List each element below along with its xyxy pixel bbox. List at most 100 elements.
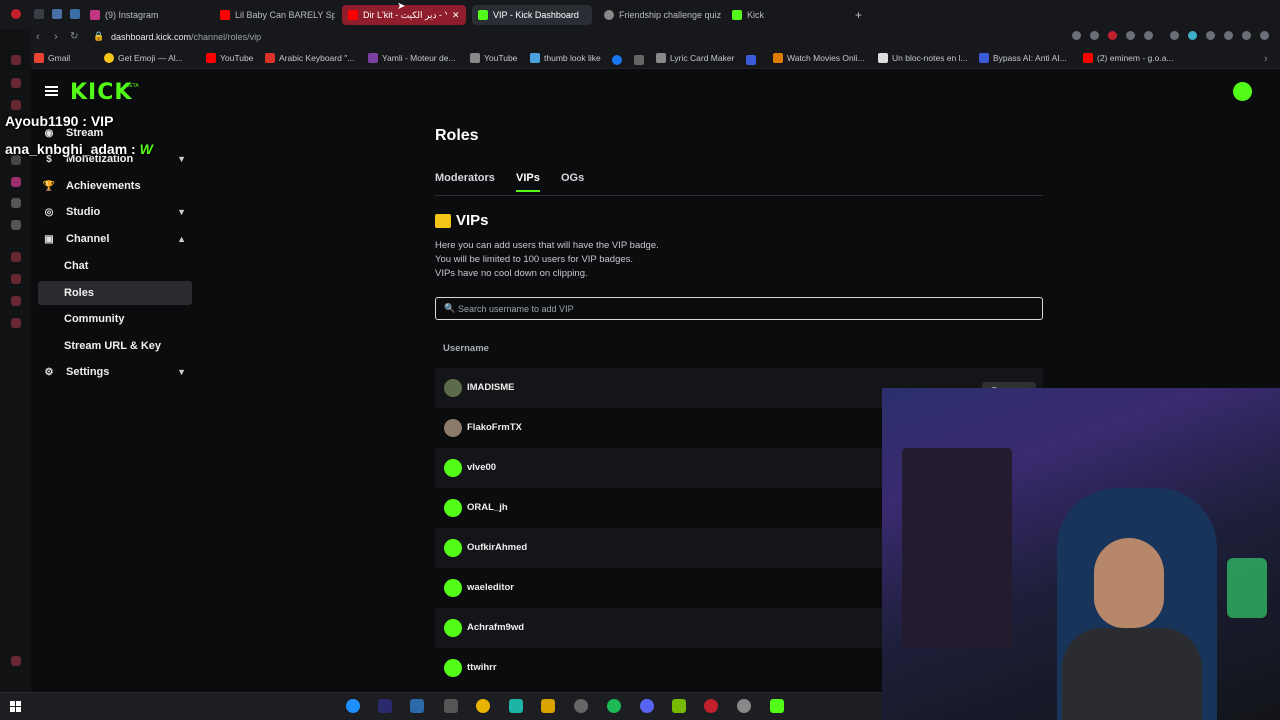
- premiere-icon[interactable]: [378, 699, 392, 713]
- menu-icon[interactable]: [1260, 31, 1269, 40]
- nvidia-icon[interactable]: [672, 699, 686, 713]
- back-icon[interactable]: ‹: [36, 31, 40, 43]
- sidebar-app-icon[interactable]: [11, 100, 21, 110]
- extension-icon[interactable]: [1108, 31, 1117, 40]
- sidebar-item-settings[interactable]: ⚙ Settings ▼: [38, 360, 192, 384]
- history-icon[interactable]: [11, 274, 21, 284]
- opera-logo-icon[interactable]: [11, 9, 21, 19]
- tab-kick[interactable]: Kick: [732, 5, 792, 25]
- bookmark-youtube[interactable]: YouTube: [206, 53, 253, 63]
- sidebar-item-studio[interactable]: ◎ Studio ▼: [38, 200, 192, 224]
- bookmark-thumb[interactable]: thumb look like: [530, 53, 601, 63]
- description-line: VIPs have no cool down on clipping.: [435, 268, 588, 279]
- download-icon[interactable]: [1242, 31, 1251, 40]
- username[interactable]: OufkirAhmed: [467, 542, 527, 553]
- kick-logo[interactable]: KICK: [70, 80, 132, 105]
- bookmark-lyric-card[interactable]: Lyric Card Maker: [656, 53, 734, 63]
- extension-icon[interactable]: [1206, 31, 1215, 40]
- page-title: Roles: [435, 127, 479, 144]
- bookmark-bloc-notes[interactable]: Un bloc-notes en l...: [878, 53, 968, 63]
- downloads-icon[interactable]: [11, 296, 21, 306]
- username[interactable]: vIve00: [467, 462, 496, 473]
- url-field[interactable]: dashboard.kick.com/channel/roles/vip: [111, 32, 261, 42]
- kick-icon: [732, 10, 742, 20]
- app-icon[interactable]: [509, 699, 523, 713]
- user-avatar[interactable]: [1233, 82, 1252, 101]
- tab-ogs[interactable]: OGs: [561, 172, 584, 190]
- bookmark-get-emoji[interactable]: Get Emoji — Al...: [104, 53, 183, 63]
- bookmark-youtube-2[interactable]: YouTube: [470, 53, 517, 63]
- workspace-icon[interactable]: [52, 9, 62, 19]
- username[interactable]: IMADISME: [467, 382, 515, 393]
- new-tab-button[interactable]: +: [855, 5, 862, 25]
- aria-icon[interactable]: [11, 55, 21, 65]
- page-icon[interactable]: [634, 55, 644, 65]
- tab-vips[interactable]: VIPs: [516, 172, 540, 192]
- spotify-icon[interactable]: [607, 699, 621, 713]
- close-tab-icon[interactable]: ✕: [452, 10, 460, 21]
- steam-icon[interactable]: [410, 699, 424, 713]
- column-header-username: Username: [443, 343, 489, 354]
- chrome-icon[interactable]: [476, 699, 490, 713]
- bookmark-yamli[interactable]: Yamli - Moteur de...: [368, 53, 456, 63]
- tab-youtube-lil-baby[interactable]: Lil Baby Can BARELY Spe: [220, 5, 335, 25]
- search-icon: 🔍: [444, 303, 456, 313]
- extension-icon[interactable]: [1072, 31, 1081, 40]
- menu-icon[interactable]: [45, 86, 58, 96]
- bookmark-gmail[interactable]: Gmail: [34, 53, 70, 63]
- extension-icon[interactable]: [1126, 31, 1135, 40]
- trophy-icon: 🏆: [42, 180, 56, 192]
- settings-icon[interactable]: [11, 318, 21, 328]
- app-icon[interactable]: [444, 699, 458, 713]
- forward-icon[interactable]: ›: [54, 31, 58, 43]
- kick-icon[interactable]: [770, 699, 784, 713]
- tab-tools-icon[interactable]: [34, 9, 44, 19]
- profile-icon[interactable]: [1224, 31, 1233, 40]
- extension-icon[interactable]: [1090, 31, 1099, 40]
- facebook-icon[interactable]: [612, 55, 622, 65]
- tab-friendship-quiz[interactable]: Friendship challenge quiz: [604, 5, 724, 25]
- username[interactable]: Achrafm9wd: [467, 622, 524, 633]
- bookmark-eminem[interactable]: (2) eminem - g.o.a...: [1083, 53, 1174, 63]
- username[interactable]: ttwihrr: [467, 662, 497, 673]
- username[interactable]: waeleditor: [467, 582, 514, 593]
- webcam-person-head: [1094, 538, 1164, 628]
- extension-icon[interactable]: [1144, 31, 1153, 40]
- sidebar-item-channel[interactable]: ▣ Channel ▲: [38, 227, 192, 251]
- bookmark-arabic-keyboard[interactable]: Arabic Keyboard "...: [265, 53, 354, 63]
- vip-search-input[interactable]: [456, 301, 1036, 316]
- app-icon[interactable]: [737, 699, 751, 713]
- sidebar-item-community[interactable]: Community: [38, 307, 192, 331]
- docs-icon[interactable]: [746, 55, 756, 65]
- opera-gx-icon[interactable]: [704, 699, 718, 713]
- workspace-icon[interactable]: [70, 9, 80, 19]
- sidebar-more-icon[interactable]: [11, 656, 21, 666]
- discord-icon[interactable]: [640, 699, 654, 713]
- tiktok-icon[interactable]: [11, 198, 21, 208]
- sidebar-item-chat[interactable]: Chat: [38, 254, 192, 278]
- bookmark-watch-movies[interactable]: Watch Movies Onli...: [773, 53, 865, 63]
- tab-label: Friendship challenge quiz: [619, 10, 722, 20]
- username[interactable]: ORAL_jh: [467, 502, 508, 513]
- tab-moderators[interactable]: Moderators: [435, 172, 495, 190]
- instagram-icon[interactable]: [11, 177, 21, 187]
- sidebar-item-stream-url-key[interactable]: Stream URL & Key: [38, 334, 192, 358]
- tab-instagram[interactable]: (9) Instagram: [90, 5, 210, 25]
- sidebar-item-achievements[interactable]: 🏆 Achievements: [38, 174, 192, 198]
- bookmark-bypass-ai[interactable]: Bypass AI: Anti AI...: [979, 53, 1067, 63]
- edge-icon[interactable]: [346, 699, 360, 713]
- windows-start-icon[interactable]: [10, 701, 21, 712]
- username[interactable]: FlakoFrmTX: [467, 422, 522, 433]
- file-explorer-icon[interactable]: [541, 699, 555, 713]
- obs-icon[interactable]: [574, 699, 588, 713]
- reload-icon[interactable]: ↻: [70, 31, 78, 42]
- extension-icon[interactable]: [1170, 31, 1179, 40]
- bookmarks-more-icon[interactable]: ›: [1264, 53, 1268, 65]
- pinboard-icon[interactable]: [11, 252, 21, 262]
- x-icon[interactable]: [11, 220, 21, 230]
- sidebar-app-icon[interactable]: [11, 78, 21, 88]
- sidebar-item-roles[interactable]: Roles: [38, 281, 192, 305]
- avatar: [444, 499, 462, 517]
- extension-icon[interactable]: [1188, 31, 1197, 40]
- tab-kick-dashboard[interactable]: VIP - Kick Dashboard: [472, 5, 592, 25]
